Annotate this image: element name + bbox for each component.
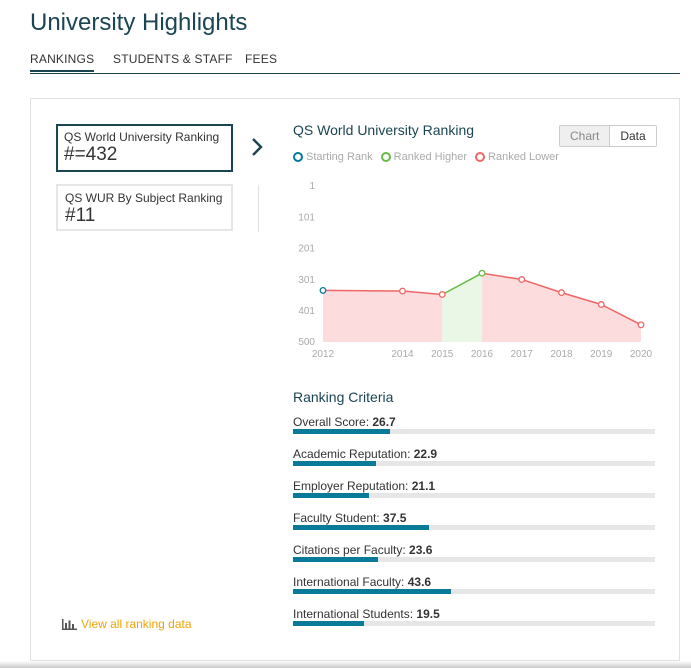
criteria-row: Employer Reputation: 21.1 [293,477,655,503]
x-tick-label: 2014 [391,349,414,360]
score-bar-fill [293,429,390,434]
chart-toggle-button[interactable]: Chart [560,126,611,146]
criteria-score: 23.6 [409,543,433,557]
criteria-row: Overall Score: 26.7 [293,413,655,439]
area-segment [402,291,443,342]
legend-ranked-higher: Ranked Higher [380,151,467,163]
score-bar-track [293,525,655,530]
criteria-label: Faculty Student: [293,511,384,525]
line-segment [322,289,403,292]
area-segment [323,290,403,342]
score-bar-fill [293,525,429,530]
data-toggle-button[interactable]: Data [610,126,656,146]
page-title: University Highlights [30,9,248,36]
x-tick-label: 2018 [550,349,573,360]
x-tick-label: 2015 [431,349,454,360]
criteria-score: 22.9 [413,447,438,461]
area-segment [601,304,641,342]
ranking-value: #11 [65,205,96,226]
area-segment [482,273,522,342]
tab-students-staff[interactable]: STUDENTS & STAFF [113,52,233,66]
criteria-score: 26.7 [372,415,396,429]
score-bar-track [293,589,655,594]
x-tick-label: 2019 [590,349,613,360]
y-tick-label: 201 [298,244,315,255]
chart-legend: Starting Rank Ranked Higher Ranked Lower [293,151,559,163]
area-segment [561,292,602,342]
criteria-row: International Faculty: 43.6 [293,573,655,599]
score-bar-fill [293,557,379,562]
ranking-label: QS World University Ranking [64,130,220,144]
criteria-label: Overall Score: [293,415,373,429]
data-point [558,289,565,297]
criteria-label: International Faculty: [293,575,408,589]
y-tick-label: 500 [298,337,315,348]
divider [258,185,259,232]
criteria-row: Citations per Faculty: 23.6 [293,541,655,567]
score-bar-fill [293,493,370,498]
circle-icon [293,152,303,162]
qs-world-ranking-box[interactable]: QS World University Ranking #=432 [56,124,233,172]
tab-bar: RANKINGS STUDENTS & STAFF FEES [30,52,680,74]
ranking-label: QS WUR By Subject Ranking [65,191,223,205]
data-point [438,291,446,298]
ranking-value: #=432 [64,144,118,165]
view-toggle: Chart Data [559,125,657,147]
legend-ranked-lower: Ranked Lower [475,151,559,163]
criteria-title: Ranking Criteria [293,389,394,405]
tab-rankings[interactable]: RANKINGS [30,52,95,72]
criteria-score: 19.5 [416,607,440,621]
score-bar-fill [293,461,376,466]
score-bar-fill [293,589,451,594]
view-all-ranking-link[interactable]: View all ranking data [62,617,192,631]
criteria-score: 21.1 [411,479,436,493]
legend-starting-rank: Starting Rank [293,151,373,163]
qs-subject-ranking-box[interactable]: QS WUR By Subject Ranking #11 [56,184,233,231]
criteria-label: Academic Reputation: [293,447,414,461]
data-point [478,269,486,277]
x-tick-label: 2012 [312,349,335,360]
view-all-label: View all ranking data [81,617,192,631]
rankings-card: QS World University Ranking #=432 QS WUR… [30,98,680,661]
y-tick-label: 101 [298,212,315,223]
x-tick-label: 2017 [511,349,534,360]
score-bar-fill [293,621,364,626]
chevron-right-icon [252,138,263,156]
score-bar-track [293,493,655,498]
x-tick-label: 2016 [471,349,494,360]
criteria-label: Employer Reputation: [293,479,412,493]
criteria-score: 37.5 [383,511,407,525]
page-footer-shadow [0,661,691,668]
score-bar-track [293,461,655,466]
criteria-row: International Students: 19.5 [293,605,655,631]
data-point [637,321,645,329]
criteria-row: Faculty Student: 37.5 [293,509,655,535]
criteria-score: 43.6 [407,575,432,589]
data-point [597,301,605,308]
data-point [319,286,327,294]
criteria-label: Citations per Faculty: [293,543,410,557]
score-bar-track [293,429,655,434]
area-segment [521,279,562,342]
data-point [518,276,526,283]
criteria-label: International Students: [293,607,417,621]
x-tick-label: 2020 [630,349,653,360]
circle-icon [475,152,486,162]
bar-chart-icon [62,618,77,630]
circle-icon [380,152,391,162]
criteria-row: Academic Reputation: 22.9 [293,445,655,471]
score-bar-track [293,557,655,562]
score-bar-track [293,621,655,626]
data-point [399,287,406,295]
tab-fees[interactable]: FEES [245,52,277,66]
y-tick-label: 1 [309,181,315,192]
y-tick-label: 401 [298,306,315,317]
chart-title: QS World University Ranking [293,122,475,138]
y-tick-label: 301 [298,275,315,286]
ranking-line-chart: 1 101 201 301 401 5002012 2014 2015 2016 2017 2018… [298,181,653,360]
